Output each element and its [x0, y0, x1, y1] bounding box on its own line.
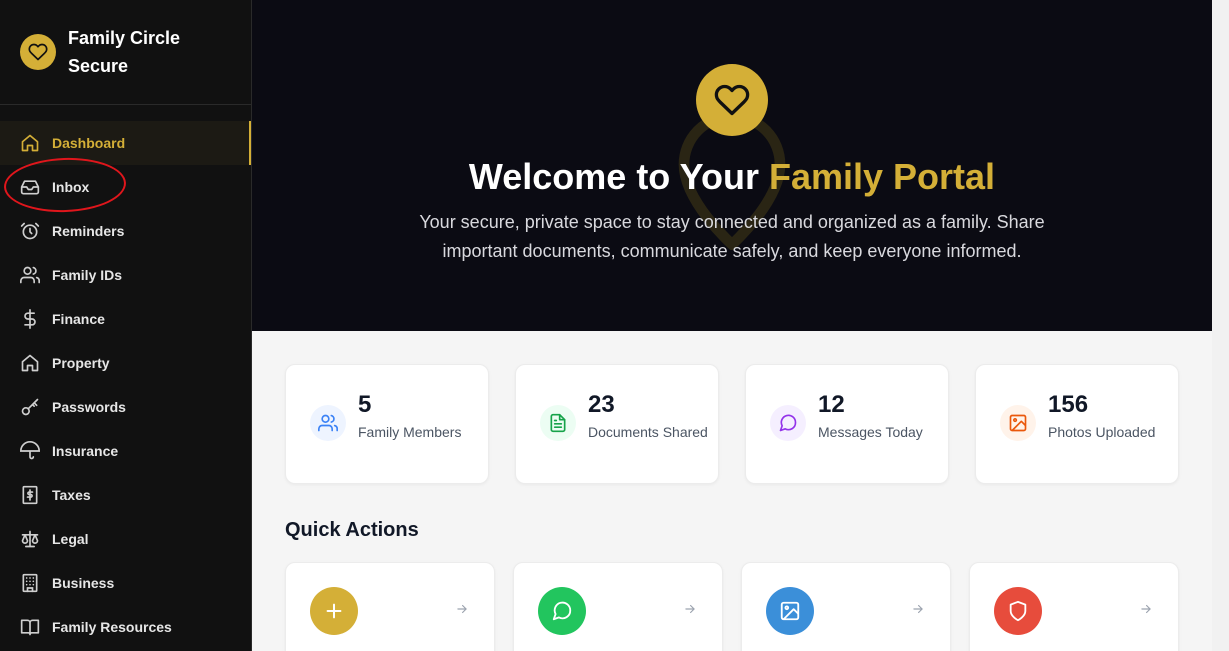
sidebar-item-label: Reminders [52, 223, 125, 239]
key-icon [20, 397, 40, 417]
image-icon [766, 587, 814, 635]
sidebar-item-finance[interactable]: Finance [0, 297, 251, 341]
sidebar-item-label: Legal [52, 531, 89, 547]
sidebar-item-insurance[interactable]: Insurance [0, 429, 251, 473]
sidebar-item-label: Inbox [52, 179, 90, 195]
quick-action-photos[interactable] [741, 562, 951, 651]
scrollbar[interactable] [1212, 0, 1229, 651]
arrow-right-icon [1138, 601, 1154, 617]
sidebar-item-dashboard[interactable]: Dashboard [0, 121, 251, 165]
sidebar-item-reminders[interactable]: Reminders [0, 209, 251, 253]
plus-icon [310, 587, 358, 635]
brand: Family Circle Secure [0, 0, 251, 105]
sidebar-item-label: Taxes [52, 487, 91, 503]
sidebar-item-inbox[interactable]: Inbox [0, 165, 251, 209]
users-icon [310, 405, 346, 441]
stat-value: 12 [818, 391, 845, 418]
sidebar-item-label: Family IDs [52, 267, 123, 283]
quick-action-add[interactable] [285, 562, 495, 651]
stat-card-photos-uploaded: 156 Photos Uploaded [975, 364, 1179, 484]
sidebar-nav: Dashboard Inbox Reminders Family IDs Fin… [0, 105, 251, 649]
sidebar-item-taxes[interactable]: Taxes [0, 473, 251, 517]
sidebar-item-legal[interactable]: Legal [0, 517, 251, 561]
brand-name: Family Circle Secure [68, 28, 181, 76]
umbrella-icon [20, 441, 40, 461]
sidebar-item-passwords[interactable]: Passwords [0, 385, 251, 429]
inbox-icon [20, 177, 40, 197]
book-icon [20, 617, 40, 637]
stat-label: Documents Shared [588, 424, 708, 440]
heart-icon [696, 64, 768, 136]
hero-title-prefix: Welcome to Your [468, 156, 769, 197]
arrow-right-icon [910, 601, 926, 617]
dollar-icon [20, 309, 40, 329]
house-icon [20, 353, 40, 373]
sidebar-item-label: Insurance [52, 443, 119, 459]
hero-subtitle: Your secure, private space to stay conne… [419, 212, 1045, 261]
quick-action-chat[interactable] [513, 562, 723, 651]
sidebar-item-label: Dashboard [52, 135, 126, 151]
hero-title: Welcome to Your Family Portal [252, 156, 1212, 198]
stat-card-messages-today: 12 Messages Today [745, 364, 949, 484]
sidebar-item-family-ids[interactable]: Family IDs [0, 253, 251, 297]
stat-label: Messages Today [818, 424, 923, 440]
sidebar-item-label: Property [52, 355, 110, 371]
heart-icon [20, 34, 56, 70]
quick-actions-title: Quick Actions [285, 519, 419, 541]
building-icon [20, 573, 40, 593]
stat-value: 156 [1048, 391, 1089, 418]
stat-label: Family Members [358, 424, 462, 440]
stat-value: 23 [588, 391, 615, 418]
stat-card-documents-shared: 23 Documents Shared [515, 364, 719, 484]
sidebar: Family Circle Secure Dashboard Inbox Rem… [0, 0, 252, 651]
stat-card-family-members: 5 Family Members [285, 364, 489, 484]
arrow-right-icon [682, 601, 698, 617]
stat-label: Photos Uploaded [1048, 424, 1156, 440]
message-circle-icon [770, 405, 806, 441]
hero-banner: Welcome to Your Family Portal Your secur… [252, 0, 1212, 331]
image-icon [1000, 405, 1036, 441]
sidebar-item-label: Finance [52, 311, 105, 327]
hero-title-accent: Family Portal [768, 156, 996, 197]
sidebar-item-property[interactable]: Property [0, 341, 251, 385]
home-icon [20, 133, 40, 153]
sidebar-item-label: Business [52, 575, 115, 591]
users-icon [20, 265, 40, 285]
sidebar-item-label: Family Resources [52, 619, 172, 635]
arrow-right-icon [454, 601, 470, 617]
alarm-clock-icon [20, 221, 40, 241]
sidebar-item-family-resources[interactable]: Family Resources [0, 605, 251, 649]
quick-action-security[interactable] [969, 562, 1179, 651]
sidebar-item-label: Passwords [52, 399, 126, 415]
receipt-icon [20, 485, 40, 505]
sidebar-item-business[interactable]: Business [0, 561, 251, 605]
shield-icon [994, 587, 1042, 635]
scale-icon [20, 529, 40, 549]
stat-value: 5 [358, 391, 372, 418]
chat-icon [538, 587, 586, 635]
file-text-icon [540, 405, 576, 441]
